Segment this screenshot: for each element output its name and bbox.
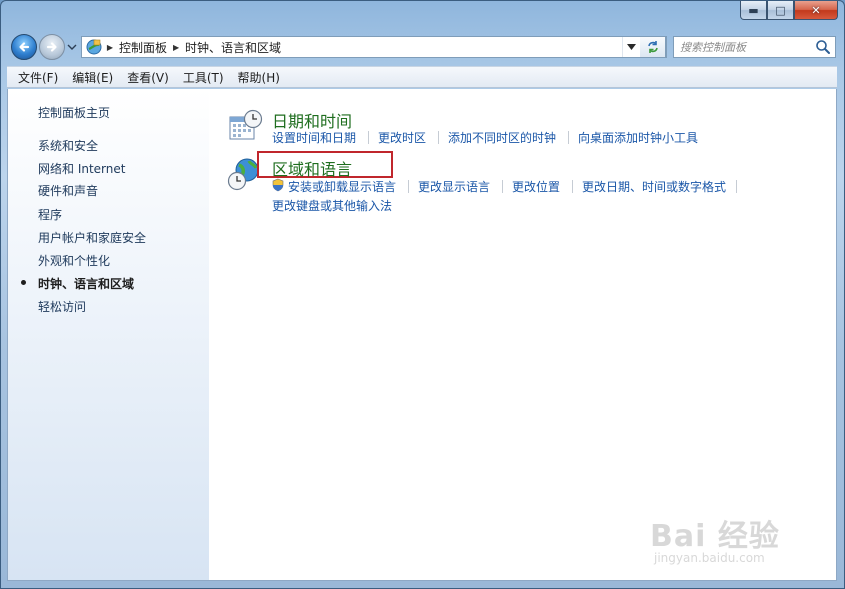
refresh-icon: [647, 41, 658, 53]
link-separator: [572, 180, 573, 193]
menu-edit[interactable]: 编辑(E): [65, 69, 120, 86]
breadcrumb-chevron-icon[interactable]: ▶: [171, 43, 181, 52]
link-install-uninstall-display-language[interactable]: 安装或卸载显示语言: [288, 178, 396, 195]
link-separator: [408, 180, 409, 193]
search-input[interactable]: [680, 40, 815, 54]
current-item-bullet-icon: [21, 280, 26, 285]
caption-buttons: ▬ □ ✕: [740, 1, 838, 20]
search-box[interactable]: [673, 36, 836, 58]
sidebar-item-ease-of-access[interactable]: 轻松访问: [38, 298, 86, 315]
refresh-button[interactable]: [640, 36, 666, 58]
sidebar: 控制面板主页 系统和安全 网络和 Internet 硬件和声音 程序 用户帐户和…: [8, 89, 209, 580]
category-title-region-language[interactable]: 区域和语言: [272, 156, 352, 180]
link-change-keyboard-input[interactable]: 更改键盘或其他输入法: [272, 197, 392, 214]
menu-tools[interactable]: 工具(T): [176, 69, 231, 86]
link-separator: [736, 180, 737, 193]
content-area: 控制面板主页 系统和安全 网络和 Internet 硬件和声音 程序 用户帐户和…: [7, 89, 837, 581]
breadcrumb-clock-language-region[interactable]: 时钟、语言和区域: [183, 39, 283, 56]
minimize-button[interactable]: ▬: [740, 1, 767, 20]
forward-button[interactable]: [39, 34, 65, 60]
sidebar-item-network-internet[interactable]: 网络和 Internet: [38, 160, 125, 177]
menu-bar: 文件(F) 编辑(E) 查看(V) 工具(T) 帮助(H): [7, 66, 837, 88]
uac-shield-icon: [272, 178, 284, 192]
baidu-jingyan-watermark: Bai 经验 jingyan.baidu.com: [644, 511, 814, 573]
close-button[interactable]: ✕: [794, 1, 838, 20]
sidebar-item-user-accounts[interactable]: 用户帐户和家庭安全: [38, 229, 146, 246]
maximize-icon: □: [775, 3, 786, 17]
maximize-button[interactable]: □: [767, 1, 794, 20]
link-set-time-date[interactable]: 设置时间和日期: [272, 129, 356, 146]
sidebar-item-appearance[interactable]: 外观和个性化: [38, 252, 110, 269]
sidebar-item-clock-language-region[interactable]: 时钟、语言和区域: [38, 275, 134, 292]
recent-pages-chevron-down-icon[interactable]: [67, 43, 77, 51]
close-icon: ✕: [811, 3, 821, 17]
link-change-time-zone[interactable]: 更改时区: [378, 129, 426, 146]
breadcrumb-chevron-icon[interactable]: ▶: [105, 43, 115, 52]
link-add-clock-gadget[interactable]: 向桌面添加时钟小工具: [578, 129, 698, 146]
address-bar[interactable]: ▶ 控制面板 ▶ 时钟、语言和区域: [81, 36, 667, 58]
sidebar-item-control-panel-home[interactable]: 控制面板主页: [38, 104, 110, 121]
back-button[interactable]: [11, 34, 37, 60]
main-panel: 日期和时间 设置时间和日期 更改时区 添加不同时区的时钟 向桌面添加时钟小工具 …: [209, 89, 836, 580]
link-change-display-language[interactable]: 更改显示语言: [418, 178, 490, 195]
link-change-date-time-number-format[interactable]: 更改日期、时间或数字格式: [582, 178, 726, 195]
control-panel-window: ▬ □ ✕ ▶ 控制面板 ▶ 时钟、语言和区域 搜索控制面板 文件(F) 编辑(…: [0, 0, 845, 589]
navigation-bar: ▶ 控制面板 ▶ 时钟、语言和区域: [9, 33, 837, 61]
link-separator: [502, 180, 503, 193]
address-dropdown-button[interactable]: [622, 37, 640, 57]
watermark-text: Bai 经验: [650, 519, 780, 554]
sidebar-item-hardware-sound[interactable]: 硬件和声音: [38, 182, 98, 199]
control-panel-icon: [86, 39, 102, 55]
link-separator: [568, 131, 569, 144]
back-arrow-icon: [19, 42, 30, 52]
menu-help[interactable]: 帮助(H): [231, 69, 287, 86]
watermark-url: jingyan.baidu.com: [654, 551, 765, 565]
search-icon[interactable]: [815, 39, 831, 55]
forward-arrow-icon: [46, 42, 57, 52]
calendar-clock-icon[interactable]: [229, 109, 263, 143]
menu-view[interactable]: 查看(V): [120, 69, 176, 86]
link-change-location[interactable]: 更改位置: [512, 178, 560, 195]
globe-clock-icon[interactable]: [227, 157, 261, 191]
link-add-clocks[interactable]: 添加不同时区的时钟: [448, 129, 556, 146]
sidebar-item-system-security[interactable]: 系统和安全: [38, 137, 98, 154]
breadcrumb-control-panel[interactable]: 控制面板: [117, 39, 169, 56]
link-separator: [368, 131, 369, 144]
sidebar-item-programs[interactable]: 程序: [38, 206, 62, 223]
link-separator: [438, 131, 439, 144]
menu-file[interactable]: 文件(F): [11, 69, 65, 86]
minimize-icon: ▬: [748, 3, 759, 17]
chevron-down-icon: [627, 44, 636, 50]
